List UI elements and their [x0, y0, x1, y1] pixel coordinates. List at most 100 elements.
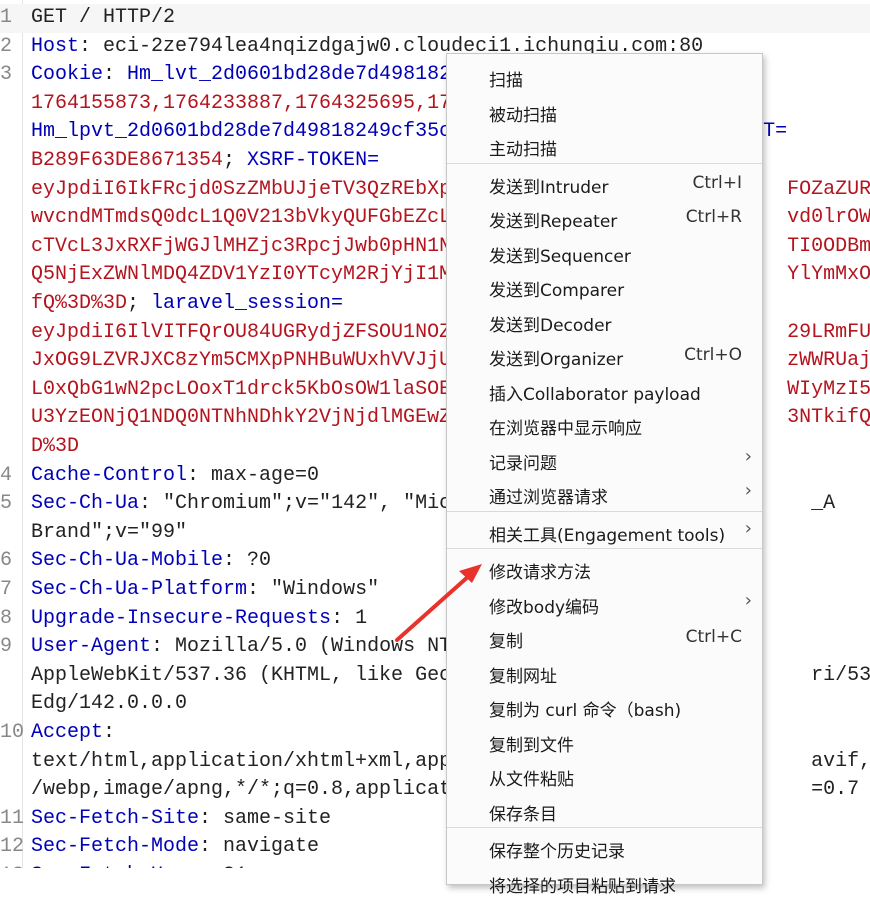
line-text: Accept:: [31, 719, 115, 748]
menu-item-label: 被动扫描: [489, 105, 557, 126]
context-menu: 扫描被动扫描 主动扫描发送到Intruder Ctrl+I 发送到Repeater Ct…: [446, 53, 763, 897]
menu-item-shortcut: Ctrl+O: [684, 345, 742, 365]
header-name: Sec-Fetch-User: [31, 864, 199, 868]
line-number: 6: [0, 549, 13, 573]
menu-item-label: 发送到Sequencer: [489, 246, 631, 267]
editor-line[interactable]: 1 GET / HTTP/2: [0, 4, 870, 33]
line-text: Sec-Ch-Ua-Platform: "Windows": [31, 576, 379, 605]
menu-item-6[interactable]: 发送到Repeater Ctrl+R: [447, 199, 762, 233]
menu-item-label: 相关工具(Engagement tools): [489, 525, 726, 546]
header-value: : ?0: [223, 549, 272, 573]
menu-item-label: 在浏览器中显示响应: [489, 419, 642, 439]
header-name: Accept: [31, 721, 104, 744]
menu-item-label: 扫描: [489, 71, 523, 91]
menu-item-7[interactable]: 发送到Sequencer: [447, 234, 762, 268]
menu-item-14[interactable]: 通过浏览器请求 ›: [447, 475, 762, 509]
header-value: : ?1: [199, 864, 247, 868]
header-value: : max-age=0: [187, 463, 320, 487]
menu-item-label: 复制: [489, 632, 523, 652]
line-text: B289F63DE8671354; XSRF-TOKEN=: [31, 147, 379, 176]
menu-item-28[interactable]: 将选择的项目粘贴到请求: [447, 864, 762, 898]
menu-item-19[interactable]: 修改body编码 ›: [447, 585, 762, 619]
cookie-name: laravel_session=: [151, 292, 344, 315]
menu-item-21[interactable]: 复制网址: [447, 654, 762, 688]
line-text: 1764155873,1764233887,1764325695,17: [31, 90, 451, 119]
menu-item-20[interactable]: 复制 Ctrl+C: [447, 619, 762, 653]
line-number: 1: [0, 6, 13, 29]
line-number: 5: [0, 492, 13, 516]
chevron-right-icon: ›: [744, 589, 752, 611]
line-number: 2: [0, 34, 13, 58]
header-value: :: [103, 63, 128, 87]
menu-item-3[interactable]: 主动扫描: [447, 127, 762, 161]
menu-item-22[interactable]: 复制为 curl 命令（bash): [447, 688, 762, 722]
cookie-value: fQ%3D%3D: [31, 292, 128, 315]
menu-item-16[interactable]: 相关工具(Engagement tools) ›: [447, 513, 762, 547]
cookie-value: D%3D: [31, 435, 80, 458]
header-name: User-Agent: [31, 635, 152, 659]
menu-item-label: 记录问题: [489, 453, 557, 474]
menu-item-5[interactable]: 发送到Intruder Ctrl+I: [447, 165, 762, 199]
menu-item-27[interactable]: 保存整个历史记录: [447, 829, 762, 863]
menu-item-25[interactable]: 保存条目: [447, 792, 762, 826]
header-value: ;: [127, 292, 152, 315]
menu-item-24[interactable]: 从文件粘贴: [447, 757, 762, 791]
line-text: Brand";v="99": [31, 519, 187, 548]
menu-item-8[interactable]: 发送到Comparer: [447, 268, 762, 302]
line-text: User-Agent: Mozilla/5.0 (Windows NT: [31, 633, 451, 662]
menu-item-12[interactable]: 在浏览器中显示响应: [447, 406, 762, 440]
header-name: Sec-Ch-Ua-Mobile: [31, 549, 224, 573]
line-number: 4: [0, 463, 13, 487]
header-value: : navigate: [199, 835, 320, 859]
line-number: 3: [0, 63, 13, 87]
line-text: Cookie: Hm_lvt_2d0601bd28de7d498182: [31, 61, 451, 90]
menu-item-label: 发送到Intruder: [489, 177, 609, 198]
menu-item-label: 修改body编码: [489, 597, 600, 618]
menu-item-label: 发送到Decoder: [489, 315, 612, 336]
cookie-name: Hm_lpvt_2d0601bd28de7d49818249cf35c: [31, 120, 452, 144]
line-number: 11: [0, 806, 25, 830]
line-text: fQ%3D%3D; laravel_session=: [31, 290, 343, 319]
menu-item-label: 将选择的项目粘贴到请求: [489, 876, 676, 897]
line-number: 9: [0, 635, 13, 659]
header-value: : same-site: [199, 806, 332, 830]
menu-item-9[interactable]: 发送到Decoder: [447, 303, 762, 337]
menu-item-label: 复制网址: [489, 666, 557, 687]
chevron-right-icon: ›: [744, 445, 752, 467]
menu-item-label: 发送到Comparer: [489, 281, 625, 301]
menu-item-2[interactable]: 被动扫描: [447, 93, 762, 127]
line-text: D%3D: [31, 433, 79, 462]
menu-item-11[interactable]: 插入Collaborator payload: [447, 372, 762, 406]
menu-item-18[interactable]: 修改请求方法: [447, 550, 762, 584]
menu-separator: [447, 510, 762, 512]
line-number: 12: [0, 835, 25, 859]
menu-item-label: 发送到Repeater: [489, 212, 618, 232]
menu-item-1[interactable]: 扫描: [447, 58, 762, 92]
header-value: :: [103, 721, 116, 744]
menu-item-label: 保存条目: [489, 804, 557, 825]
menu-item-10[interactable]: 发送到Organizer Ctrl+O: [447, 337, 762, 371]
line-text: Edg/142.0.0.0: [31, 690, 187, 719]
line-text: Upgrade-Insecure-Requests: 1: [31, 605, 367, 634]
menu-separator: [447, 162, 762, 164]
line-text: Sec-Fetch-Mode: navigate: [31, 833, 319, 862]
header-name: Upgrade-Insecure-Requests: [31, 606, 332, 630]
header-name: Sec-Ch-Ua-Platform: [31, 578, 248, 601]
menu-item-shortcut: Ctrl+C: [685, 627, 742, 647]
menu-item-shortcut: Ctrl+R: [685, 207, 742, 227]
menu-item-shortcut: Ctrl+I: [692, 172, 742, 193]
menu-separator: [447, 548, 762, 549]
line-text: Cache-Control: max-age=0: [31, 462, 319, 491]
line-text: GET / HTTP/2: [31, 4, 175, 33]
line-text: Sec-Fetch-Site: same-site: [31, 805, 331, 834]
chevron-right-icon: ›: [744, 517, 752, 539]
menu-item-label: 通过浏览器请求: [489, 488, 608, 508]
header-value: : "Windows": [247, 578, 380, 601]
line-text: Sec-Fetch-User: ?1: [31, 862, 247, 868]
menu-item-23[interactable]: 复制到文件: [447, 723, 762, 757]
header-name: Cookie: [31, 63, 104, 87]
menu-item-13[interactable]: 记录问题 ›: [447, 441, 762, 475]
line-number: 7: [0, 578, 13, 601]
cookie-name: XSRF-TOKEN=: [247, 149, 380, 172]
cookie-value: 1764155873,1764233887,1764325695,17: [31, 91, 452, 115]
